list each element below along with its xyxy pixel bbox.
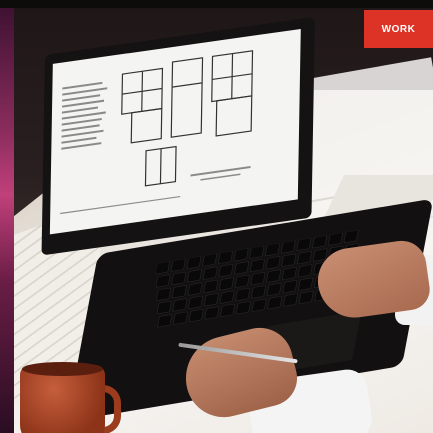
keyboard-key <box>297 251 312 265</box>
work-badge: WORK <box>364 10 433 48</box>
keyboard-key <box>173 311 188 325</box>
keyboard-key <box>156 301 172 315</box>
keyboard-key <box>203 293 219 307</box>
keyboard-key <box>298 290 314 304</box>
keyboard-key <box>234 274 250 288</box>
keyboard-key <box>172 298 188 312</box>
keyboard-key <box>265 242 280 257</box>
keyboard-key <box>235 287 251 302</box>
keyboard-key <box>249 245 265 259</box>
laptop-screen <box>49 28 301 235</box>
keyboard-key <box>171 285 187 299</box>
keyboard-key <box>187 282 203 296</box>
keyboard-key <box>202 266 218 280</box>
top-border <box>0 0 433 8</box>
keyboard-key <box>217 250 233 264</box>
keyboard-key <box>235 301 251 315</box>
keyboard-key <box>343 229 359 243</box>
keyboard-key <box>233 248 249 262</box>
keyboard-key <box>282 280 298 294</box>
keyboard-key <box>266 282 282 296</box>
keyboard-key <box>328 232 343 246</box>
keyboard-key <box>265 256 281 270</box>
keyboard-key <box>204 306 220 320</box>
keyboard-key <box>312 235 328 249</box>
keyboard-key <box>267 296 283 310</box>
keyboard-key <box>219 290 235 304</box>
keyboard-key <box>188 309 204 323</box>
keyboard-key <box>234 261 250 275</box>
keyboard-key <box>187 269 202 283</box>
keyboard-key <box>220 303 235 317</box>
keyboard-key <box>250 272 266 286</box>
keyboard-key <box>171 271 187 285</box>
keyboard-key <box>157 314 173 328</box>
photo-scene: WORK <box>0 0 433 433</box>
keyboard-key <box>266 269 282 283</box>
keyboard-key <box>298 277 314 291</box>
keyboard-key <box>281 253 297 267</box>
keyboard-key <box>297 264 313 278</box>
keyboard-key <box>218 264 234 278</box>
keyboard-key <box>202 253 218 267</box>
keyboard-key <box>203 279 219 293</box>
keyboard-key <box>186 255 202 270</box>
keyboard-key <box>219 277 234 291</box>
mug-rim <box>22 362 103 376</box>
keyboard-key <box>296 237 312 251</box>
laptop-lid <box>41 16 315 256</box>
keyboard-key <box>251 298 267 312</box>
keyboard-key <box>249 258 265 272</box>
floor-plan-drawing <box>60 50 254 215</box>
keyboard-key <box>188 295 203 309</box>
keyboard-key <box>170 258 186 272</box>
keyboard-key <box>281 266 297 280</box>
left-accent-stripe <box>0 0 14 433</box>
keyboard-key <box>155 261 170 275</box>
keyboard-key <box>283 293 298 307</box>
keyboard-key <box>156 287 171 301</box>
keyboard-key <box>251 285 266 299</box>
keyboard-key <box>280 240 296 254</box>
keyboard-key <box>155 274 171 288</box>
